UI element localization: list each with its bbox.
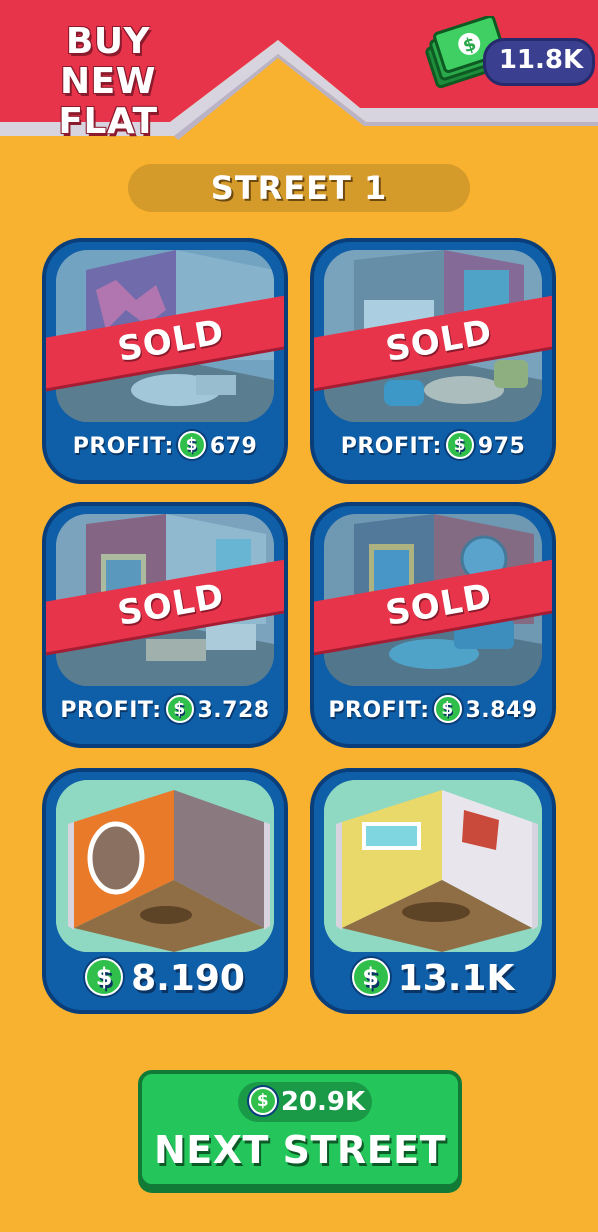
dollar-coin-icon: $ (248, 1086, 277, 1115)
flat-price: 13.1K (397, 958, 515, 999)
next-street-cost-value: 20.9K (280, 1087, 366, 1117)
dollar-coin-icon: $ (351, 958, 390, 996)
profit-label: PROFIT: (328, 698, 430, 723)
profit-label: PROFIT: (340, 434, 442, 459)
flat-card-5[interactable]: $8.190 (42, 768, 288, 1014)
dollar-coin-icon: $ (445, 431, 474, 459)
street-label: STREET 1 (128, 164, 470, 212)
money-value: 11.8K (498, 45, 584, 75)
card-footer: PROFIT: $679 (46, 424, 284, 480)
profit-label: PROFIT: (72, 434, 174, 459)
flat-card-6[interactable]: $13.1K (310, 768, 556, 1014)
dollar-coin-icon: $ (165, 695, 194, 723)
flat-price: 8.190 (131, 958, 245, 999)
header: BUY NEW FLAT $ 11.8K (0, 0, 598, 142)
profit-value: 3.849 (465, 698, 538, 723)
flat-card-4[interactable]: SOLD PROFIT: $3.849 (310, 502, 556, 748)
profit-value: 3.728 (197, 698, 270, 723)
profit-value: 975 (477, 434, 526, 459)
next-street-button[interactable]: $20.9K NEXT STREET (138, 1070, 462, 1188)
flat-card-1[interactable]: SOLD PROFIT: $679 (42, 238, 288, 484)
room-illustration (324, 780, 542, 952)
page-title: BUY NEW FLAT (58, 21, 158, 142)
room-thumbnail (56, 780, 274, 952)
card-footer: PROFIT: $3.849 (314, 688, 552, 744)
profit-label: PROFIT: (60, 698, 162, 723)
card-footer: PROFIT: $3.728 (46, 688, 284, 744)
card-footer: $8.190 (46, 954, 284, 1010)
next-street-cost: $20.9K (238, 1082, 372, 1122)
profit-value: 679 (209, 434, 258, 459)
flat-card-3[interactable]: SOLD PROFIT: $3.728 (42, 502, 288, 748)
card-footer: $13.1K (314, 954, 552, 1010)
dollar-coin-icon: $ (433, 695, 462, 723)
card-footer: PROFIT: $975 (314, 424, 552, 480)
money-display: $ 11.8K (425, 16, 597, 104)
flat-card-2[interactable]: SOLD PROFIT: $975 (310, 238, 556, 484)
room-thumbnail (324, 780, 542, 952)
room-illustration (56, 780, 274, 952)
next-street-label: NEXT STREET (153, 1128, 447, 1172)
dollar-coin-icon: $ (85, 958, 124, 996)
dollar-coin-icon: $ (177, 431, 206, 459)
